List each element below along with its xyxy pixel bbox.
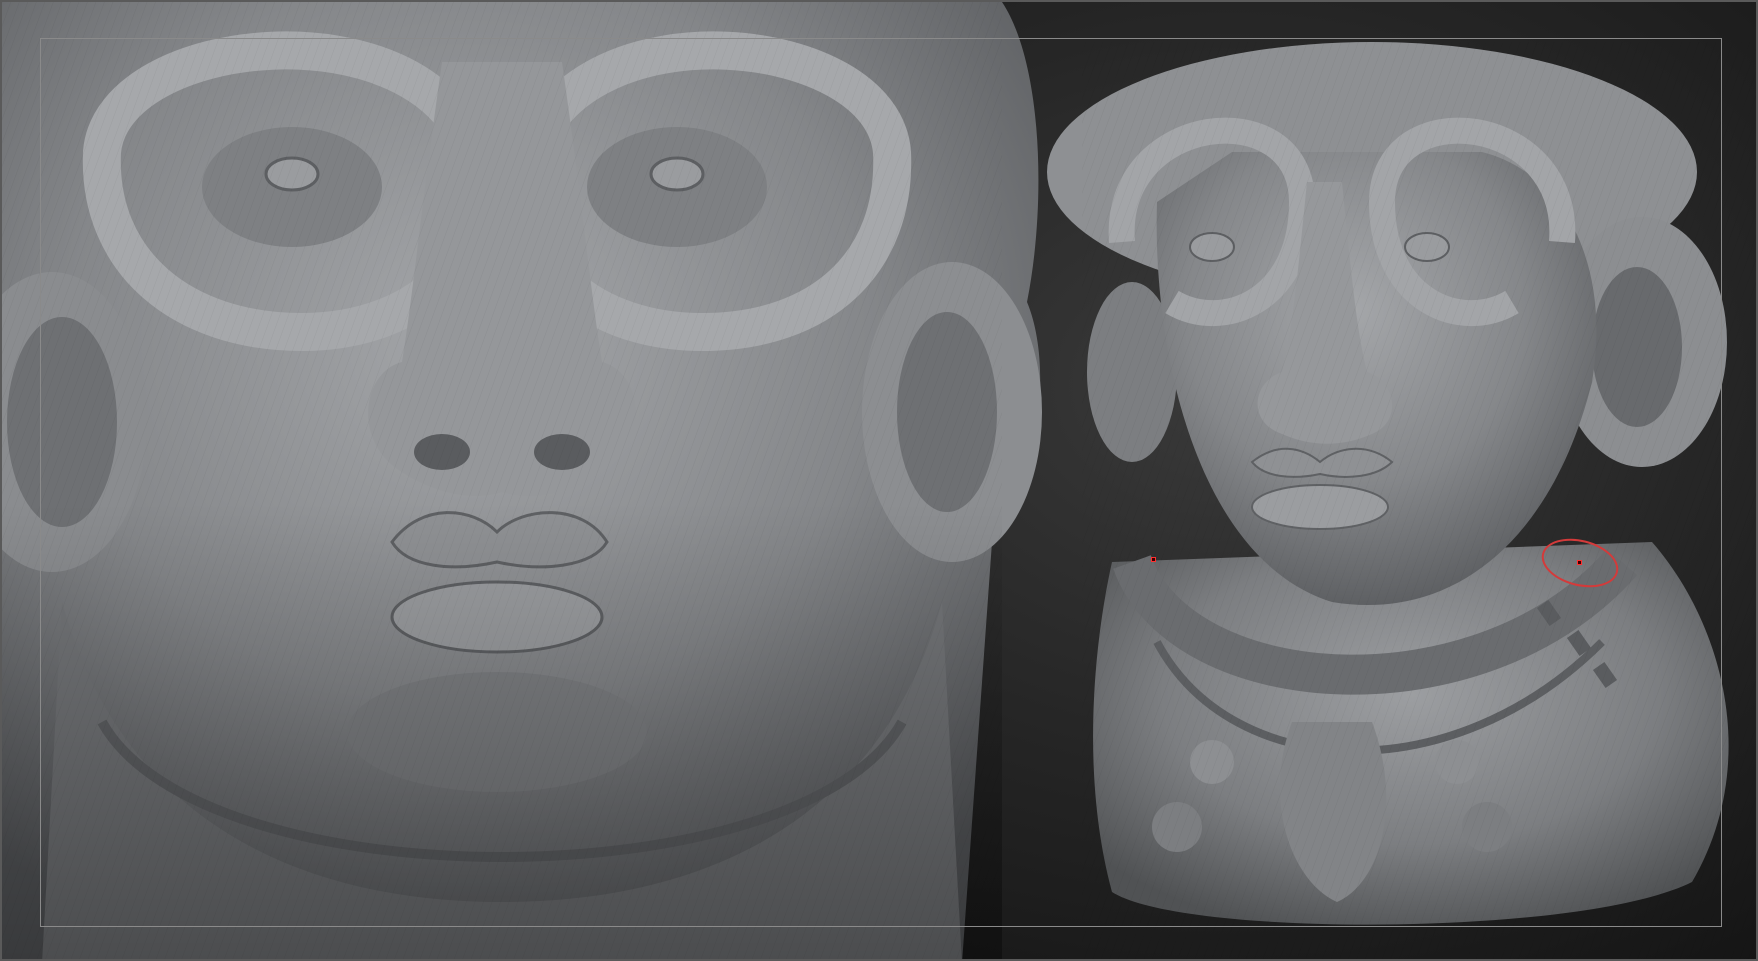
stroke-start-marker: [1151, 557, 1156, 562]
sculpt-canvas[interactable]: [2, 2, 1758, 961]
zbrush-viewport-canvas[interactable]: [0, 0, 1758, 961]
full-bust-view[interactable]: [1047, 42, 1758, 961]
close-up-view[interactable]: [2, 2, 1042, 961]
brush-cursor-center: [1577, 560, 1582, 565]
